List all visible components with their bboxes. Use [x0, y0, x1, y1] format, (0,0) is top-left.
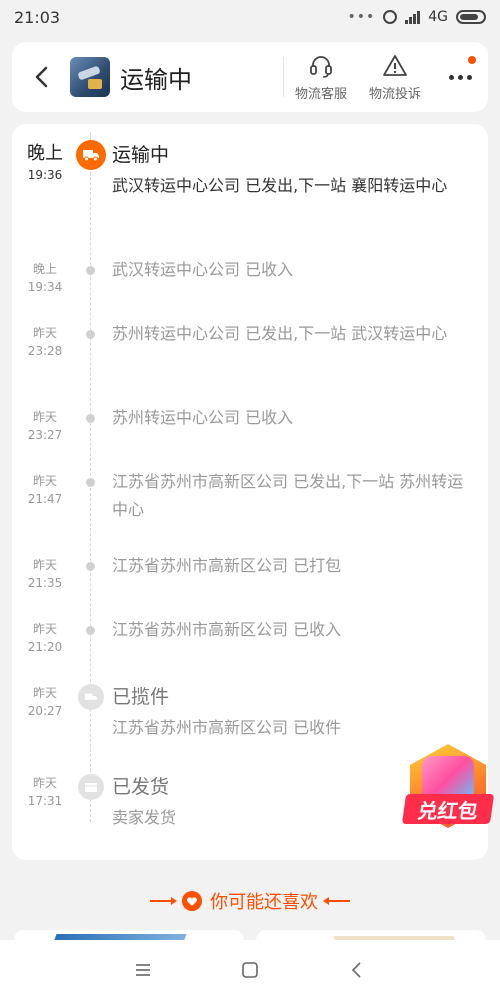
home-button[interactable]: [230, 950, 270, 990]
signal-icon: [405, 10, 421, 24]
event-clock: 21:35: [27, 576, 63, 590]
logistics-service-label: 物流客服: [294, 86, 347, 102]
menu-icon: [136, 964, 151, 976]
status-time: 21:03: [14, 7, 61, 27]
notification-dots: •••: [347, 9, 376, 25]
event-day: 昨天: [32, 326, 57, 340]
event-clock: 19:36: [27, 168, 63, 182]
event-time: 晚上 19:36: [20, 142, 70, 184]
more-dots-icon: [448, 74, 472, 80]
timeline-dot: [86, 626, 95, 635]
battery-icon: [456, 10, 486, 24]
headset-icon: [310, 55, 332, 78]
event-time: 晚上 19:34: [20, 260, 70, 296]
event-status: 运输中: [112, 144, 170, 166]
timeline-dot: [86, 266, 95, 275]
red-envelope-label: 兑红包: [401, 794, 495, 824]
alarm-icon: [383, 10, 398, 24]
network-type: 4G: [428, 9, 448, 25]
home-square-icon: [242, 962, 258, 978]
system-nav-bar: [0, 940, 500, 1000]
event-text: 武汉转运中心公司 已收入: [112, 260, 294, 279]
red-envelope-badge[interactable]: 兑红包: [401, 740, 495, 836]
event-day: 晚上: [27, 143, 63, 164]
event-text: 江苏省苏州市高新区公司 已收件: [112, 718, 342, 737]
page-title: 运输中: [120, 65, 192, 94]
event-day: 昨天: [32, 622, 57, 636]
truck-icon: [76, 140, 106, 170]
timeline-dot: [86, 562, 95, 571]
back-arrow-icon: [35, 66, 48, 88]
event-time: 昨天 23:27: [20, 408, 70, 444]
timeline-dot: [86, 478, 95, 487]
event-clock: 17:31: [27, 794, 63, 808]
status-icons: ••• 4G: [347, 9, 486, 25]
event-time: 昨天 21:20: [20, 620, 70, 656]
event-status: 已揽件: [112, 686, 170, 708]
event-text: 苏州转运中心公司 已发出,下一站 武汉转运中心: [112, 324, 448, 343]
event-time: 昨天 21:47: [20, 472, 70, 508]
logistics-complaint-button[interactable]: 物流投诉: [358, 53, 432, 102]
event-clock: 23:27: [27, 428, 63, 442]
recommend-header: 你可能还喜欢: [0, 886, 500, 916]
event-day: 昨天: [32, 474, 57, 488]
right-arrow-icon: [323, 897, 350, 905]
event-day: 昨天: [32, 410, 57, 424]
status-bar: 21:03 ••• 4G: [0, 0, 500, 34]
more-button[interactable]: [432, 42, 488, 112]
event-day: 昨天: [32, 558, 57, 572]
event-time: 昨天 17:31: [20, 774, 70, 810]
heart-icon: [182, 891, 202, 911]
event-time: 昨天 23:28: [20, 324, 70, 360]
timeline-line: [90, 132, 91, 822]
timeline-dot: [86, 414, 95, 423]
event-text: 江苏省苏州市高新区公司 已收入: [112, 620, 342, 639]
logistics-service-button[interactable]: 物流客服: [284, 53, 358, 102]
nav-back-icon: [351, 962, 361, 978]
event-clock: 21:47: [27, 492, 63, 506]
event-text: 武汉转运中心公司 已发出,下一站 襄阳转运中心: [112, 176, 448, 195]
event-clock: 19:34: [27, 280, 63, 294]
event-status: 已发货: [112, 776, 170, 798]
logistics-header: 运输中 物流客服 物流投诉: [12, 42, 488, 112]
pickup-truck-icon: [78, 684, 104, 710]
menu-button[interactable]: [123, 950, 163, 990]
event-day: 昨天: [32, 776, 57, 790]
back-button[interactable]: [22, 42, 62, 112]
left-arrow-icon: [150, 897, 177, 905]
event-text: 苏州转运中心公司 已收入: [112, 408, 294, 427]
package-icon: [78, 774, 104, 800]
event-time: 昨天 20:27: [20, 684, 70, 720]
warning-triangle-icon: [383, 54, 407, 76]
product-thumbnail[interactable]: [70, 57, 110, 97]
event-clock: 20:27: [27, 704, 63, 718]
timeline-dot: [86, 330, 95, 339]
nav-back-button[interactable]: [337, 950, 377, 990]
logistics-complaint-label: 物流投诉: [368, 86, 421, 102]
notification-badge: [468, 56, 476, 64]
event-day: 昨天: [32, 686, 57, 700]
event-clock: 21:20: [27, 640, 63, 654]
event-text: 江苏省苏州市高新区公司 已打包: [112, 556, 342, 575]
event-text: 江苏省苏州市高新区公司 已发出,下一站 苏州转运中心: [112, 472, 464, 519]
recommend-title: 你可能还喜欢: [210, 892, 318, 913]
event-day: 晚上: [32, 262, 57, 276]
event-clock: 23:28: [27, 344, 63, 358]
event-time: 昨天 21:35: [20, 556, 70, 592]
